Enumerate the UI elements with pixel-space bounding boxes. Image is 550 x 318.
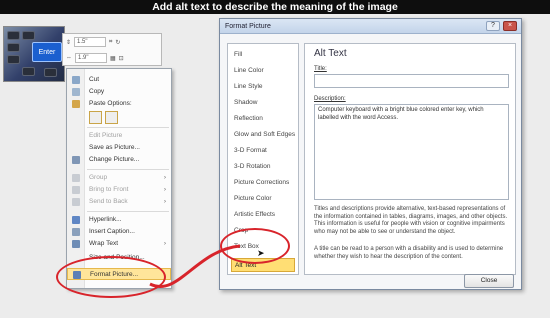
highlight-ring-menu: [56, 256, 166, 298]
highlight-ring-alt-text: [220, 228, 290, 264]
screenshot-canvas: Add alt text to describe the meaning of …: [0, 0, 550, 318]
mouse-cursor-icon: ➤: [257, 248, 265, 258]
